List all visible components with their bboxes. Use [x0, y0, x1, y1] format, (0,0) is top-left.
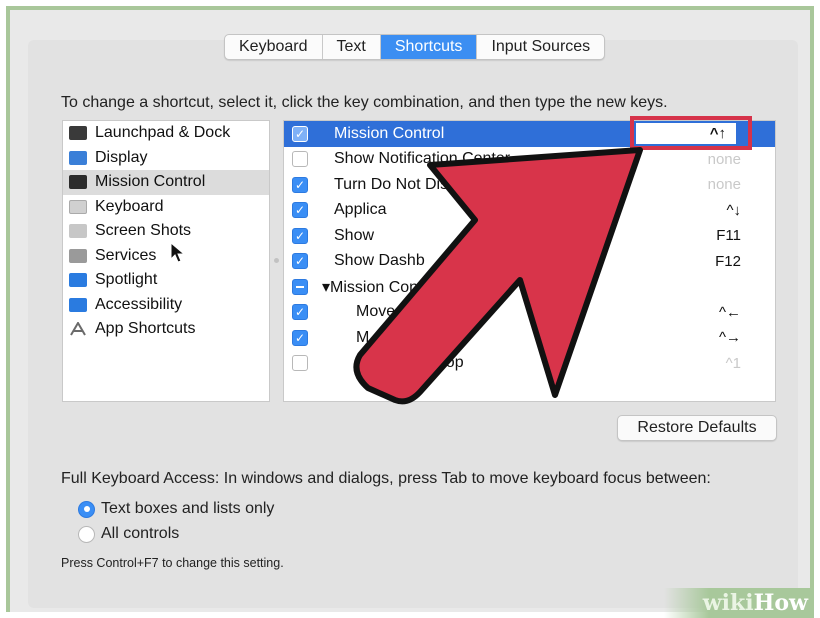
shortcut-key[interactable]: ^1	[726, 355, 741, 372]
display-icon	[69, 150, 87, 165]
shortcut-checkbox[interactable]: ✓	[292, 329, 308, 346]
shortcut-key[interactable]: none	[708, 151, 741, 168]
shortcut-row[interactable]: ✓ Show F11	[284, 223, 775, 249]
category-label: Spotlight	[95, 271, 158, 289]
category-label: Display	[95, 148, 148, 166]
category-label: Screen Shots	[95, 222, 192, 240]
category-item-app-shortcuts[interactable]: App Shortcuts	[63, 317, 269, 342]
category-item-keyboard[interactable]: Keyboard	[63, 195, 269, 220]
category-item-display[interactable]: Display	[63, 146, 269, 171]
category-item-launchpad-dock[interactable]: Launchpad & Dock	[63, 121, 269, 146]
full-keyboard-access-label: Full Keyboard Access: In windows and dia…	[61, 470, 711, 487]
shortcut-key[interactable]: F11	[716, 227, 741, 244]
shortcut-row[interactable]: ✓ Move ^←	[284, 300, 775, 326]
shortcut-checkbox[interactable]: ✓	[292, 253, 308, 270]
restore-defaults-button[interactable]: Restore Defaults	[617, 415, 777, 441]
annotation-highlight-box	[630, 116, 752, 150]
shortcut-checkbox[interactable]: ✓	[292, 176, 308, 193]
shortcut-checkbox[interactable]: ✓	[292, 227, 308, 244]
category-item-spotlight[interactable]: Spotlight	[63, 268, 269, 293]
category-label: Mission Control	[95, 173, 206, 191]
shortcut-key[interactable]: ^↓	[726, 202, 741, 219]
watermark-wiki: wiki	[702, 590, 754, 616]
shortcut-list: ✓ Mission Control ^↑ Show Notification C…	[283, 120, 776, 402]
radio-label: All controls	[101, 525, 180, 542]
keyboard-icon	[69, 199, 87, 214]
radio-button[interactable]	[78, 525, 95, 543]
app-shortcuts-icon	[69, 321, 87, 336]
shortcut-key[interactable]: ^→	[719, 329, 741, 346]
tab-input-sources[interactable]: Input Sources	[477, 35, 604, 59]
radio-button[interactable]	[78, 500, 95, 518]
shortcut-group-row[interactable]: ▾Mission Cont	[284, 274, 775, 300]
shortcut-label: Show	[334, 226, 375, 244]
shortcut-key[interactable]: ^←	[719, 304, 741, 321]
accessibility-icon	[69, 297, 87, 312]
shortcut-row[interactable]: ✓ Turn Do Not Disturb O none	[284, 172, 775, 198]
wikihow-watermark: wikiHow	[664, 588, 814, 618]
tab-keyboard[interactable]: Keyboard	[225, 35, 323, 59]
shortcut-checkbox[interactable]	[292, 151, 308, 168]
shortcut-checkbox[interactable]	[292, 355, 308, 372]
shortcut-checkbox[interactable]: ✓	[292, 202, 308, 219]
screenshot-icon	[69, 224, 87, 239]
note-text: Press Control+F7 to change this setting.	[61, 556, 284, 570]
shortcut-row[interactable]: ✓ Show Dashb F12	[284, 249, 775, 275]
shortcut-key[interactable]: none	[708, 176, 741, 193]
radio-label: Text boxes and lists only	[101, 500, 275, 517]
category-label: Accessibility	[95, 295, 183, 313]
category-label: Launchpad & Dock	[95, 124, 231, 142]
category-label: App Shortcuts	[95, 320, 196, 338]
gear-icon	[69, 248, 87, 263]
shortcut-label: Show Notification Center	[334, 150, 511, 168]
watermark-how: How	[753, 590, 808, 616]
launchpad-icon	[69, 126, 87, 141]
shortcut-label: Desktop	[356, 354, 464, 372]
shortcut-label: Mission Control	[334, 124, 445, 142]
category-list: Launchpad & Dock Display Mission Control…	[62, 120, 270, 402]
spotlight-icon	[69, 273, 87, 288]
shortcut-row[interactable]: Desktop ^1	[284, 351, 775, 377]
shortcut-row[interactable]: ✓ Applica ^↓	[284, 198, 775, 224]
splitter-handle[interactable]	[274, 258, 279, 263]
category-item-screen-shots[interactable]: Screen Shots	[63, 219, 269, 244]
mouse-cursor-icon	[170, 241, 186, 269]
instruction-text: To change a shortcut, select it, click t…	[61, 94, 668, 111]
category-item-services[interactable]: Services	[63, 244, 269, 269]
shortcut-label: M pace	[356, 328, 440, 346]
shortcut-label: Turn Do Not Disturb O	[334, 175, 493, 193]
shortcut-row[interactable]: ✓ M pace ^→	[284, 325, 775, 351]
shortcut-group-label: ▾Mission Cont	[322, 278, 423, 296]
tab-shortcuts[interactable]: Shortcuts	[380, 35, 478, 59]
shortcut-checkbox[interactable]: ✓	[292, 304, 308, 321]
radio-text-boxes[interactable]: Text boxes and lists only	[78, 500, 274, 518]
tab-bar: Keyboard Text Shortcuts Input Sources	[224, 34, 606, 60]
shortcut-label: Move	[356, 303, 396, 321]
shortcut-key[interactable]: F12	[715, 253, 741, 270]
shortcut-checkbox[interactable]	[292, 278, 308, 295]
mission-control-icon	[69, 175, 87, 190]
category-item-mission-control[interactable]: Mission Control	[63, 170, 269, 195]
radio-all-controls[interactable]: All controls	[78, 525, 179, 543]
shortcut-label: Show Dashb	[334, 252, 425, 270]
shortcut-label: Applica	[334, 201, 387, 219]
shortcut-row[interactable]: Show Notification Center none	[284, 147, 775, 173]
category-label: Services	[95, 246, 157, 264]
shortcut-checkbox[interactable]: ✓	[292, 125, 308, 142]
category-label: Keyboard	[95, 197, 164, 215]
category-item-accessibility[interactable]: Accessibility	[63, 293, 269, 318]
tab-text[interactable]: Text	[323, 35, 381, 59]
